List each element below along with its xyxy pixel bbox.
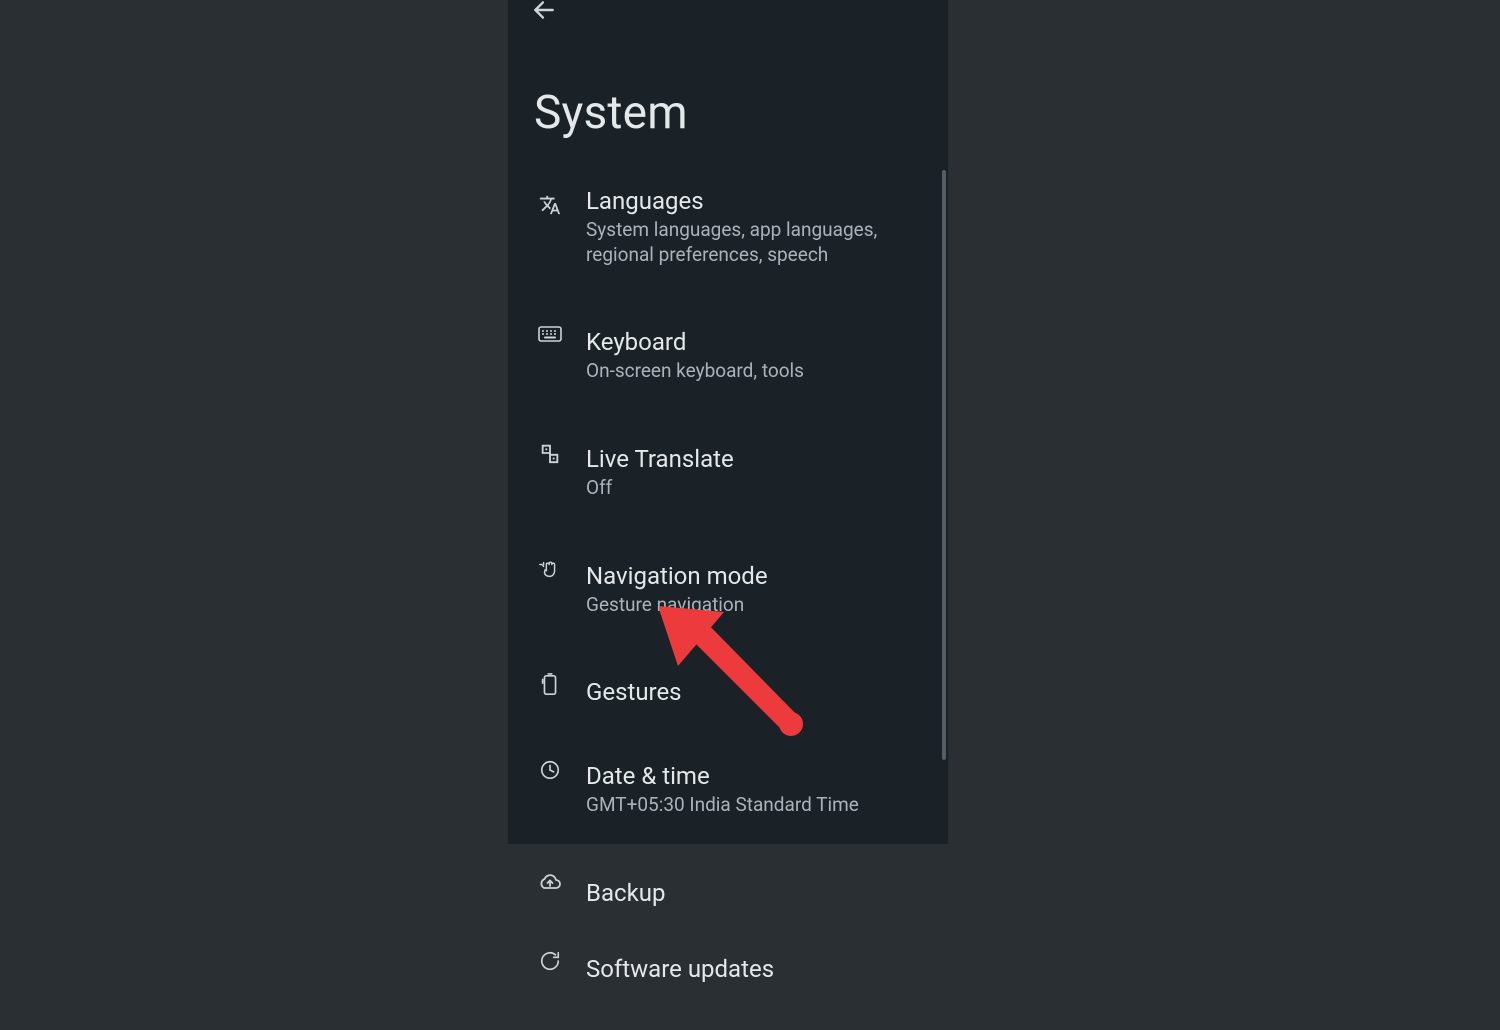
item-title: Navigation mode: [586, 561, 934, 591]
item-title: Live Translate: [586, 444, 934, 474]
translate-icon: [534, 442, 566, 464]
item-title: Gestures: [586, 677, 934, 707]
list-item-date-time[interactable]: Date & time GMT+05:30 India Standard Tim…: [508, 745, 948, 834]
item-title: Keyboard: [586, 327, 934, 357]
list-item-backup[interactable]: Backup: [508, 862, 948, 926]
list-item-languages[interactable]: Languages System languages, app language…: [508, 170, 948, 283]
item-subtitle: On-screen keyboard, tools: [586, 359, 934, 384]
item-title: Software updates: [586, 954, 934, 984]
list-item-live-translate[interactable]: Live Translate Off: [508, 428, 948, 517]
navigation-hand-icon: [534, 559, 566, 581]
item-title: Backup: [586, 878, 934, 908]
item-title: Languages: [586, 186, 934, 216]
list-item-gestures[interactable]: Gestures: [508, 661, 948, 725]
header-bar: [508, 0, 948, 28]
list-item-software-updates[interactable]: Software updates: [508, 938, 948, 1002]
arrow-left-icon: [531, 0, 557, 27]
clock-icon: [534, 759, 566, 781]
item-subtitle: GMT+05:30 India Standard Time: [586, 793, 934, 818]
settings-list: Languages System languages, app language…: [508, 170, 948, 1030]
scroll-indicator[interactable]: [942, 170, 946, 760]
system-settings-panel: System Languages System languages, app l…: [508, 0, 948, 844]
list-item-navigation-mode[interactable]: Navigation mode Gesture navigation: [508, 545, 948, 634]
item-subtitle: Off: [586, 476, 934, 501]
keyboard-icon: [534, 325, 566, 343]
back-button[interactable]: [530, 0, 558, 26]
list-item-keyboard[interactable]: Keyboard On-screen keyboard, tools: [508, 311, 948, 400]
item-title: Date & time: [586, 761, 934, 791]
item-subtitle: Gesture navigation: [586, 593, 934, 618]
item-subtitle: System languages, app languages, regiona…: [586, 218, 934, 267]
cloud-upload-icon: [534, 874, 566, 892]
languages-icon: [534, 194, 566, 216]
gestures-phone-icon: [534, 673, 566, 697]
page-title: System: [534, 86, 688, 140]
update-icon: [534, 950, 566, 972]
